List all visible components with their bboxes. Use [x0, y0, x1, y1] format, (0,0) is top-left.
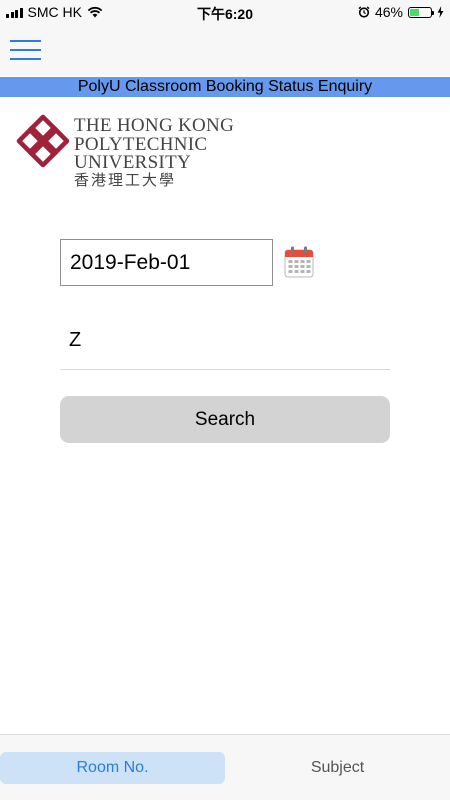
navigation-bar [0, 24, 450, 76]
battery-icon [408, 6, 434, 18]
charging-icon [437, 6, 444, 18]
status-bar-right: 46% [358, 4, 444, 20]
logo-line-1: THE HONG KONG [74, 115, 235, 136]
bottom-tab-bar: Room No. Subject [0, 734, 450, 800]
search-button[interactable]: Search [60, 396, 390, 443]
polyu-logo: THE HONG KONG POLYTECHNIC UNIVERSITY 香港理… [16, 114, 306, 189]
logo-line-3: 香港理工大學 [74, 173, 177, 189]
alarm-icon [358, 6, 370, 18]
logo-wordmark: THE HONG KONG POLYTECHNIC UNIVERSITY 香港理… [74, 116, 306, 190]
tab-room-no[interactable]: Room No. [0, 752, 225, 784]
logo-line-2: POLYTECHNIC UNIVERSITY [74, 134, 208, 173]
hamburger-menu-icon[interactable] [10, 40, 41, 60]
polyu-emblem-icon [16, 114, 70, 168]
status-bar: SMC HK 下午6:20 46% [0, 0, 450, 24]
page-title: PolyU Classroom Booking Status Enquiry [0, 77, 450, 97]
date-field[interactable]: 2019-Feb-01 [60, 239, 273, 286]
battery-percent: 46% [374, 4, 403, 20]
battery-fill [410, 8, 420, 16]
tab-subject[interactable]: Subject [225, 752, 450, 784]
subject-input[interactable]: Z [60, 322, 390, 370]
calendar-icon[interactable] [284, 246, 314, 278]
